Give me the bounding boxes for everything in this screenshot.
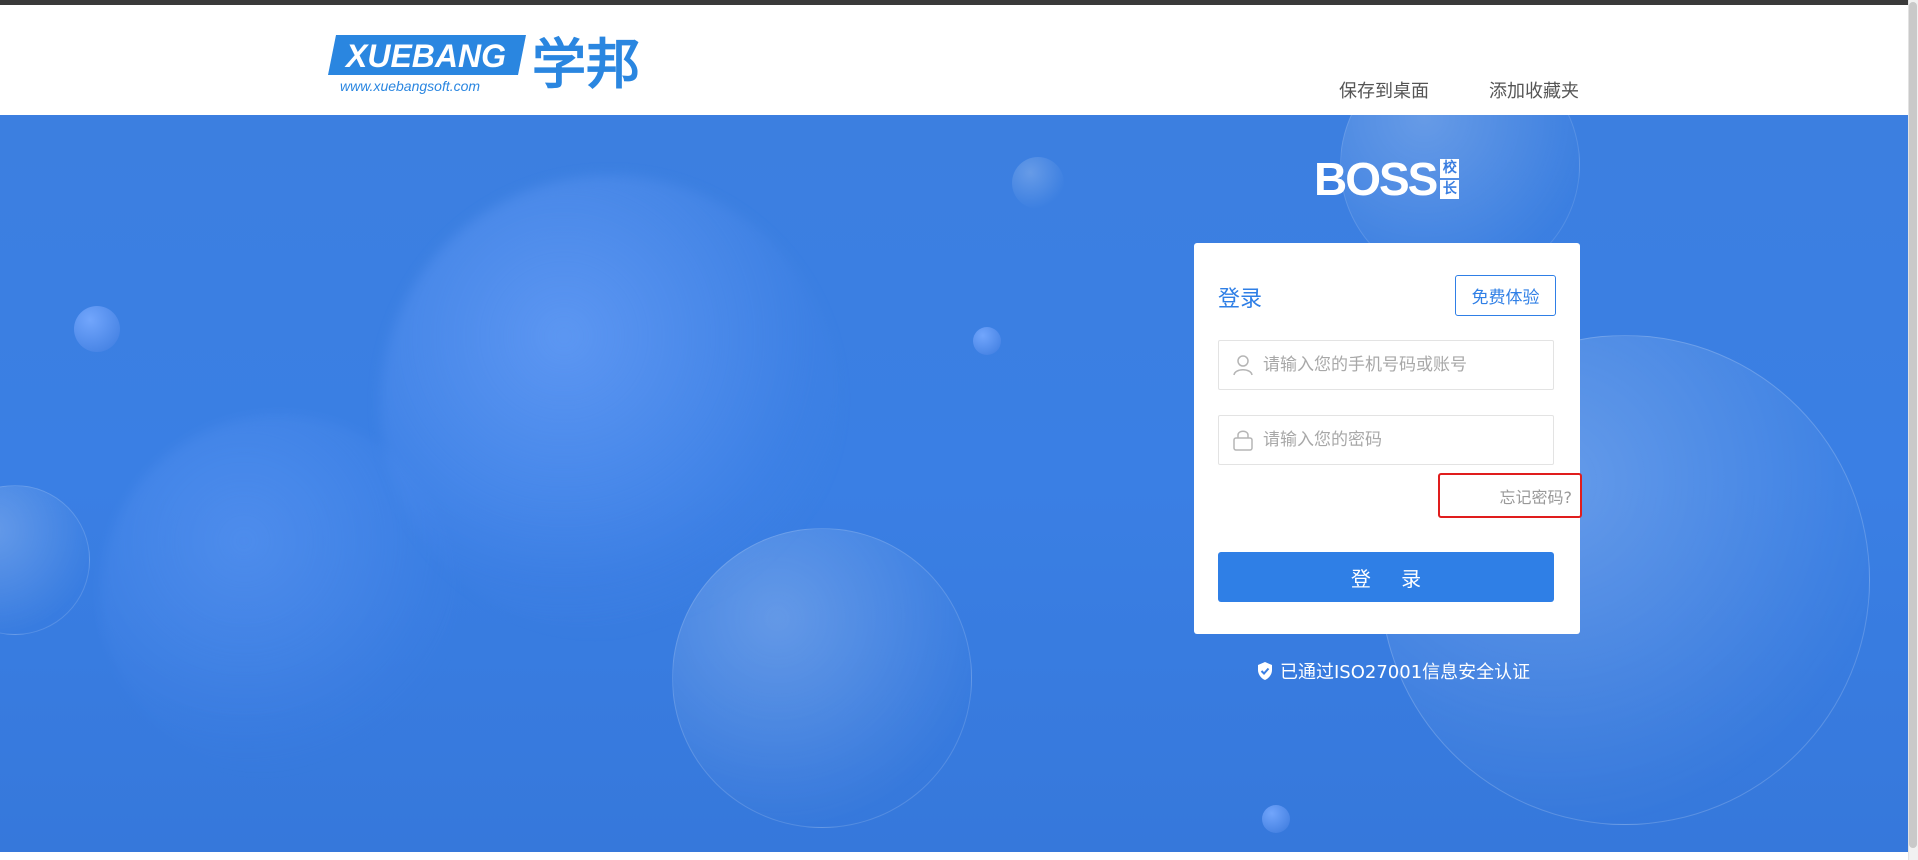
bg-bubble	[1262, 805, 1290, 833]
bg-bubble	[1012, 157, 1064, 209]
scrollbar-thumb[interactable]	[1909, 2, 1917, 848]
add-bookmark-link[interactable]: 添加收藏夹	[1489, 77, 1579, 103]
login-card: 登录 免费体验 忘记密码? 登 录	[1194, 243, 1582, 634]
account-field[interactable]	[1218, 340, 1554, 390]
logo-url: www.xuebangsoft.com	[340, 78, 480, 94]
logo-text: XUEBANG	[344, 38, 506, 74]
page-bottom	[0, 852, 1908, 860]
logo-chinese: 学邦	[532, 33, 640, 95]
site-header: XUEBANG www.xuebangsoft.com 学邦 保存到桌面 添加收…	[0, 5, 1918, 115]
boss-badge-top: 校	[1440, 159, 1460, 178]
certification-text: 已通过ISO27001信息安全认证	[1280, 662, 1531, 683]
hero-background	[0, 115, 1908, 852]
save-to-desktop-link[interactable]: 保存到桌面	[1339, 77, 1429, 103]
forgot-password-highlight: 忘记密码?	[1438, 473, 1582, 518]
boss-logo-text: BOSS	[1314, 153, 1438, 205]
bg-bubble	[74, 306, 120, 352]
bg-bubble	[672, 528, 972, 828]
account-input[interactable]	[1263, 355, 1543, 375]
login-title: 登录	[1218, 287, 1263, 312]
password-input[interactable]	[1263, 430, 1543, 450]
vertical-scrollbar[interactable]	[1908, 0, 1918, 860]
login-button[interactable]: 登 录	[1218, 552, 1554, 602]
forgot-password-link[interactable]: 忘记密码?	[1500, 484, 1573, 508]
shield-check-icon	[1258, 662, 1272, 680]
boss-badge: 校 长	[1440, 159, 1460, 199]
certification-notice: 已通过ISO27001信息安全认证	[1256, 658, 1530, 684]
header-links: 保存到桌面 添加收藏夹	[1339, 77, 1579, 103]
boss-badge-bottom: 长	[1440, 180, 1460, 199]
lock-icon	[1233, 430, 1253, 451]
bg-bubble	[0, 485, 90, 635]
bg-bubble	[973, 327, 1001, 355]
boss-logo: BOSS 校 长	[1314, 153, 1460, 205]
free-trial-button[interactable]: 免费体验	[1455, 275, 1556, 316]
user-icon	[1233, 355, 1253, 376]
bg-bubble	[100, 415, 460, 775]
password-field[interactable]	[1218, 415, 1554, 465]
xuebang-logo[interactable]: XUEBANG www.xuebangsoft.com 学邦	[328, 31, 658, 95]
